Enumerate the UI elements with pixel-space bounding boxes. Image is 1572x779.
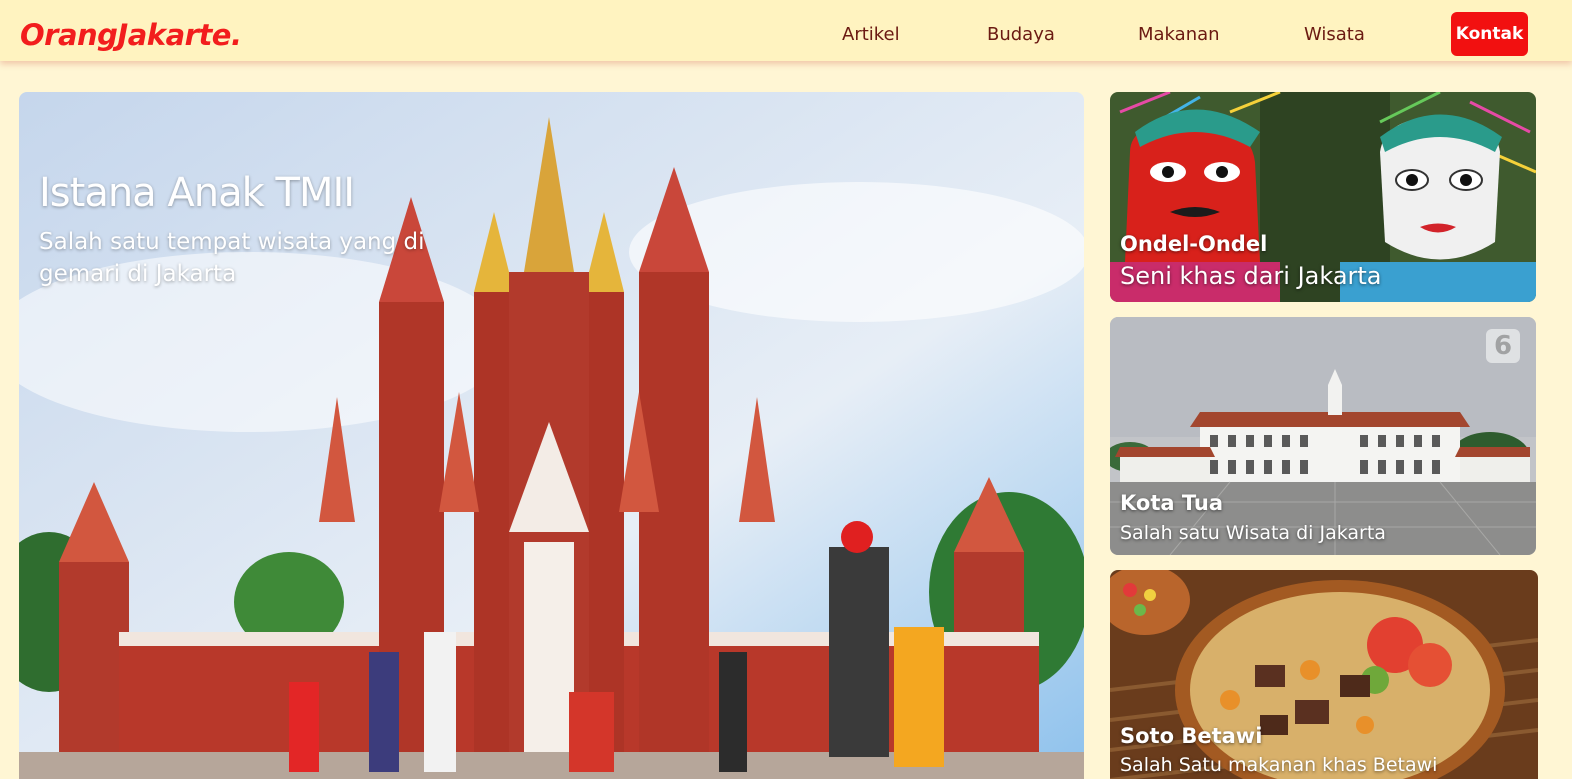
nav-link-artikel[interactable]: Artikel [842,24,900,46]
nav-link-budaya[interactable]: Budaya [987,24,1055,46]
hero-title: Istana Anak TMII [39,170,355,216]
card-subtitle: Salah satu Wisata di Jakarta [1120,522,1386,544]
brand-logo[interactable]: OrangJakarte. [20,17,242,53]
contact-button[interactable]: Kontak [1451,12,1528,56]
card-ondel-ondel[interactable]: Ondel-Ondel Seni khas dari Jakarta [1110,92,1536,302]
card-title: Soto Betawi [1120,724,1263,748]
card-subtitle: Seni khas dari Jakarta [1120,262,1382,290]
card-soto-betawi[interactable]: Soto Betawi Salah Satu makanan khas Beta… [1110,570,1538,779]
card-title: Ondel-Ondel [1120,232,1268,256]
navbar: OrangJakarte. Artikel Budaya Makanan Wis… [0,0,1572,61]
kota-tua-image [1110,317,1536,555]
card-title: Kota Tua [1120,491,1223,515]
hero-subtitle: Salah satu tempat wisata yang di gemari … [39,229,425,287]
nav-link-wisata[interactable]: Wisata [1304,24,1365,46]
card-kota-tua[interactable]: 6 Kota Tua Salah satu Wisata di Jakarta [1110,317,1536,555]
nav-link-makanan[interactable]: Makanan [1138,24,1220,46]
card-subtitle: Salah Satu makanan khas Betawi [1120,754,1438,776]
watermark-badge: 6 [1486,329,1520,363]
hero-card-istana-anak[interactable]: Istana Anak TMII Salah satu tempat wisat… [19,92,1084,779]
